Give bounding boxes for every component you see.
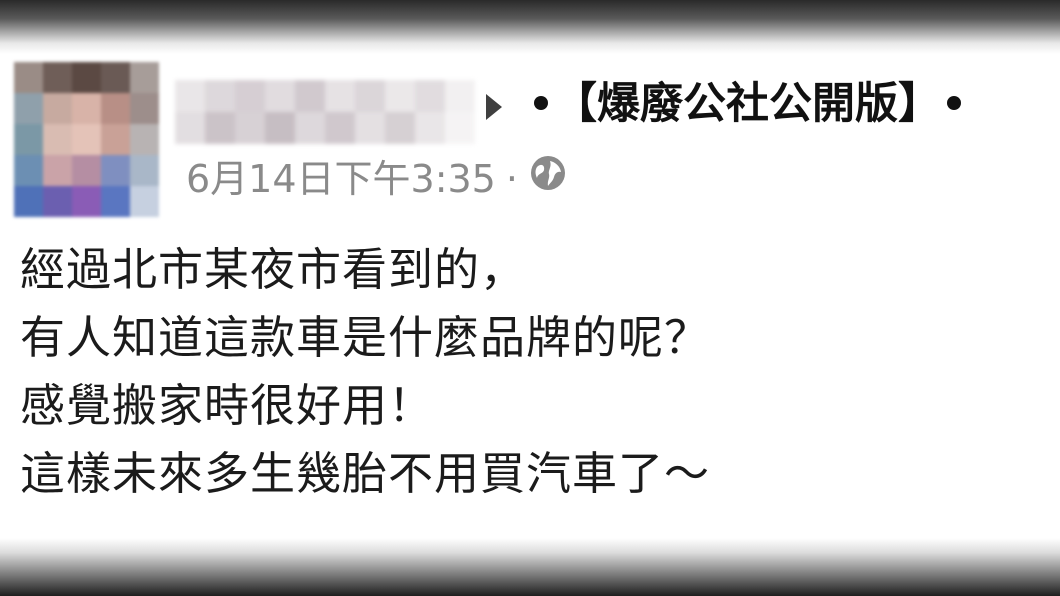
post-line: 這樣未來多生幾胎不用買汽車了～ — [20, 447, 711, 500]
avatar-pixel — [43, 93, 72, 124]
name-pixel — [235, 112, 265, 144]
avatar[interactable] — [14, 62, 159, 218]
name-pixel — [205, 80, 235, 112]
name-pixel — [265, 80, 295, 112]
avatar-pixel — [130, 155, 159, 186]
avatar-pixel — [72, 186, 101, 217]
post-meta: 6月14日下午3:35 · — [186, 154, 568, 204]
name-pixel — [325, 80, 355, 112]
caret-right-icon — [486, 94, 502, 120]
avatar-pixel — [130, 124, 159, 155]
name-pixel — [325, 112, 355, 144]
post-line: 有人知道這款車是什麼品牌的呢？ — [20, 311, 711, 364]
name-pixel — [205, 112, 235, 144]
avatar-pixel — [101, 93, 130, 124]
avatar-pixel — [14, 124, 43, 155]
avatar-pixel — [130, 93, 159, 124]
name-pixel — [385, 80, 415, 112]
globe-icon[interactable] — [528, 153, 568, 205]
avatar-pixel — [101, 186, 130, 217]
post-body: 經過北市某夜市看到的， 有人知道這款車是什麼品牌的呢？ 感覺搬家時很好用！ 這樣… — [20, 236, 1040, 508]
bottom-dark-band — [0, 538, 1060, 596]
group-name[interactable]: 【爆廢公社公開版】 — [554, 79, 941, 129]
avatar-pixel — [43, 155, 72, 186]
avatar-pixel — [43, 124, 72, 155]
avatar-pixel — [101, 124, 130, 155]
avatar-pixel — [14, 93, 43, 124]
name-pixel — [415, 112, 445, 144]
name-pixel — [415, 80, 445, 112]
avatar-pixel — [14, 155, 43, 186]
name-pixel — [295, 112, 325, 144]
name-pixel — [235, 80, 265, 112]
avatar-pixel — [14, 62, 43, 93]
avatar-pixel — [72, 124, 101, 155]
avatar-pixel — [130, 186, 159, 217]
group-name-link[interactable]: 【爆廢公社公開版】 — [528, 74, 967, 134]
avatar-pixel — [43, 62, 72, 93]
name-pixel — [265, 112, 295, 144]
author-name-blurred[interactable] — [175, 80, 475, 144]
name-pixel — [175, 112, 205, 144]
avatar-pixel — [72, 155, 101, 186]
avatar-pixel — [101, 155, 130, 186]
meta-separator: · — [505, 157, 518, 201]
avatar-pixel — [43, 186, 72, 217]
name-pixel — [355, 112, 385, 144]
post-line: 感覺搬家時很好用！ — [20, 379, 435, 432]
post-timestamp[interactable]: 6月14日下午3:35 — [186, 157, 496, 201]
bullet-icon — [534, 95, 548, 110]
avatar-pixel — [14, 186, 43, 217]
avatar-pixel — [130, 62, 159, 93]
name-pixel — [385, 112, 415, 144]
top-dark-band — [0, 0, 1060, 54]
name-pixel — [355, 80, 385, 112]
name-pixel — [445, 112, 475, 144]
name-pixel — [445, 80, 475, 112]
name-pixel — [295, 80, 325, 112]
bullet-icon — [947, 95, 961, 110]
post-line: 經過北市某夜市看到的， — [20, 243, 527, 296]
avatar-pixel — [101, 62, 130, 93]
avatar-pixel — [72, 62, 101, 93]
avatar-pixel — [72, 93, 101, 124]
name-pixel — [175, 80, 205, 112]
